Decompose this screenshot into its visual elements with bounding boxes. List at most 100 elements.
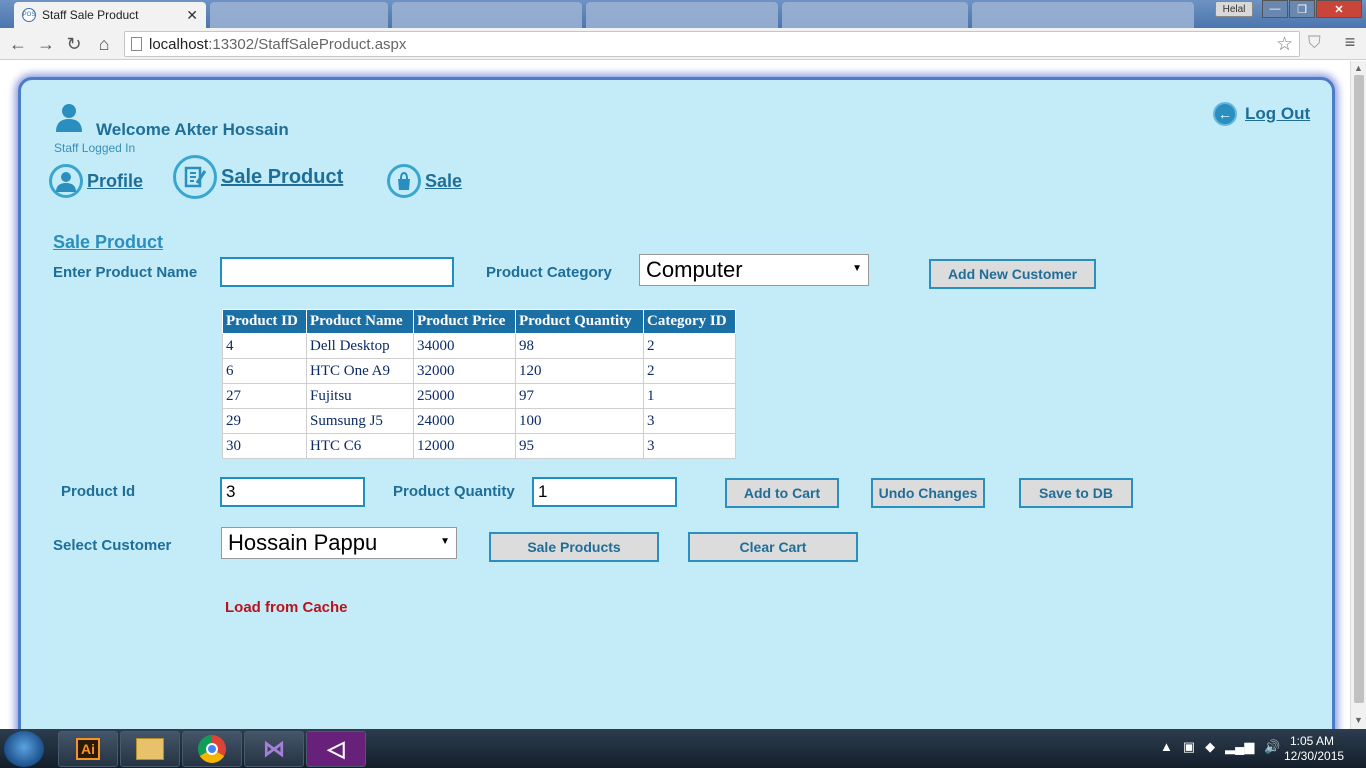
table-cell: 30 (222, 433, 307, 459)
table-header-row: Product ID Product Name Product Price Pr… (222, 309, 736, 334)
background-tab[interactable] (586, 2, 778, 28)
save-to-db-button[interactable]: Save to DB (1019, 478, 1133, 508)
logout-label: Log Out (1245, 104, 1311, 123)
table-cell: Fujitsu (306, 383, 414, 409)
table-cell: 3 (643, 433, 736, 459)
visual-studio-2015-taskbar-icon[interactable]: ◁ (306, 731, 366, 767)
clock-date: 12/30/2015 (1284, 749, 1345, 763)
table-cell: Dell Desktop (306, 333, 414, 359)
bookmark-star-icon[interactable]: ☆ (1276, 33, 1293, 56)
network-signal-icon[interactable]: ▂▄▆ (1225, 739, 1254, 755)
column-header[interactable]: Product Name (306, 309, 414, 334)
add-to-cart-button[interactable]: Add to Cart (725, 478, 839, 508)
product-category-select[interactable]: Computer ▼ (639, 254, 869, 286)
nav-sale-product-label: Sale Product (221, 165, 344, 188)
vertical-scrollbar[interactable]: ▲ ▼ (1350, 61, 1366, 729)
table-cell: 97 (515, 383, 644, 409)
shield-icon[interactable]: ⛉ (1308, 33, 1321, 53)
close-window-button[interactable]: ✕ (1316, 0, 1362, 18)
product-quantity-input[interactable] (532, 477, 677, 507)
reload-icon[interactable]: ↻ (62, 32, 86, 56)
chevron-down-icon: ▼ (852, 263, 862, 274)
start-button[interactable] (4, 731, 44, 767)
table-row[interactable]: 27 Fujitsu 25000 97 1 (222, 383, 736, 409)
system-tray: ▲ ▣ ◆ ▂▄▆ 🔊 (1160, 739, 1281, 755)
nav-sale-product[interactable]: Sale Product (173, 155, 343, 199)
illustrator-taskbar-icon[interactable]: Ai (58, 731, 118, 767)
background-tab[interactable] (392, 2, 582, 28)
forward-icon[interactable]: → (34, 32, 58, 56)
table-cell: 120 (515, 358, 644, 384)
show-hidden-icons-icon[interactable]: ▲ (1160, 739, 1173, 755)
close-tab-icon[interactable]: ✕ (186, 7, 198, 24)
minimize-button[interactable]: — (1262, 0, 1288, 18)
home-icon[interactable]: ⌂ (92, 32, 116, 56)
shopping-bag-icon (387, 164, 421, 198)
main-panel: Welcome Akter Hossain Staff Logged In ← … (18, 77, 1335, 729)
table-cell: 95 (515, 433, 644, 459)
clear-cart-button[interactable]: Clear Cart (688, 532, 858, 562)
add-new-customer-button[interactable]: Add New Customer (929, 259, 1096, 289)
address-bar[interactable]: localhost:13302/StaffSaleProduct.aspx ☆ (124, 31, 1300, 57)
table-row[interactable]: 29 Sumsung J5 24000 100 3 (222, 408, 736, 434)
table-cell: 4 (222, 333, 307, 359)
back-icon[interactable]: ← (6, 32, 30, 56)
user-badge[interactable]: Helal (1215, 1, 1253, 17)
chrome-taskbar-icon[interactable] (182, 731, 242, 767)
product-id-input[interactable] (220, 477, 365, 507)
nav-sale[interactable]: Sale (387, 164, 462, 198)
background-tab[interactable] (972, 2, 1194, 28)
scrollbar-thumb[interactable] (1354, 75, 1364, 703)
welcome-text: Welcome Akter Hossain (96, 120, 289, 139)
url-host: localhost (149, 35, 209, 53)
select-customer-label: Select Customer (53, 537, 172, 554)
product-category-label: Product Category (486, 264, 612, 281)
customer-select[interactable]: Hossain Pappu ▼ (221, 527, 457, 559)
table-cell: 24000 (413, 408, 516, 434)
logout-link[interactable]: ← Log Out (1213, 102, 1310, 126)
table-cell: 25000 (413, 383, 516, 409)
dropbox-icon[interactable]: ◆ (1205, 739, 1215, 755)
table-cell: 100 (515, 408, 644, 434)
url-path: :13302/StaffSaleProduct.aspx (208, 35, 407, 53)
table-row[interactable]: 6 HTC One A9 32000 120 2 (222, 358, 736, 384)
table-cell: 29 (222, 408, 307, 434)
undo-changes-button[interactable]: Undo Changes (871, 478, 985, 508)
nav-profile[interactable]: Profile (49, 164, 143, 198)
menu-icon[interactable]: ≡ (1340, 32, 1360, 53)
scroll-up-icon[interactable]: ▲ (1354, 63, 1363, 73)
table-cell: HTC One A9 (306, 358, 414, 384)
table-cell: 27 (222, 383, 307, 409)
product-quantity-label: Product Quantity (393, 483, 515, 500)
table-row[interactable]: 30 HTC C6 12000 95 3 (222, 433, 736, 459)
column-header[interactable]: Product Price (413, 309, 516, 334)
scroll-down-icon[interactable]: ▼ (1354, 715, 1363, 725)
table-cell: 34000 (413, 333, 516, 359)
section-title[interactable]: Sale Product (53, 232, 163, 253)
background-tab[interactable] (210, 2, 388, 28)
browser-toolbar: ← → ↻ ⌂ localhost:13302/StaffSaleProduct… (0, 28, 1366, 60)
table-row[interactable]: 4 Dell Desktop 34000 98 2 (222, 333, 736, 359)
edit-document-icon (173, 155, 217, 199)
table-cell: Sumsung J5 (306, 408, 414, 434)
product-name-label: Enter Product Name (53, 264, 198, 281)
volume-icon[interactable]: 🔊 (1264, 739, 1280, 755)
column-header[interactable]: Product ID (222, 309, 307, 334)
system-clock[interactable]: 1:05 AM 12/30/2015 (1284, 734, 1345, 764)
maximize-button[interactable]: ❐ (1289, 0, 1315, 18)
visual-studio-taskbar-icon[interactable]: ⋈ (244, 731, 304, 767)
column-header[interactable]: Product Quantity (515, 309, 644, 334)
table-cell: 1 (643, 383, 736, 409)
chevron-down-icon: ▼ (440, 536, 450, 547)
products-table: Product ID Product Name Product Price Pr… (222, 309, 736, 459)
tab-staff-sale-product[interactable]: POS Staff Sale Product ✕ (14, 2, 206, 28)
file-explorer-taskbar-icon[interactable] (120, 731, 180, 767)
column-header[interactable]: Category ID (643, 309, 736, 334)
table-cell: 12000 (413, 433, 516, 459)
background-tab[interactable] (782, 2, 968, 28)
pos-favicon-icon: POS (22, 8, 36, 22)
sale-products-button[interactable]: Sale Products (489, 532, 659, 562)
notification-icon[interactable]: ▣ (1183, 739, 1195, 755)
tab-title: Staff Sale Product (42, 8, 139, 22)
product-name-input[interactable] (220, 257, 454, 287)
